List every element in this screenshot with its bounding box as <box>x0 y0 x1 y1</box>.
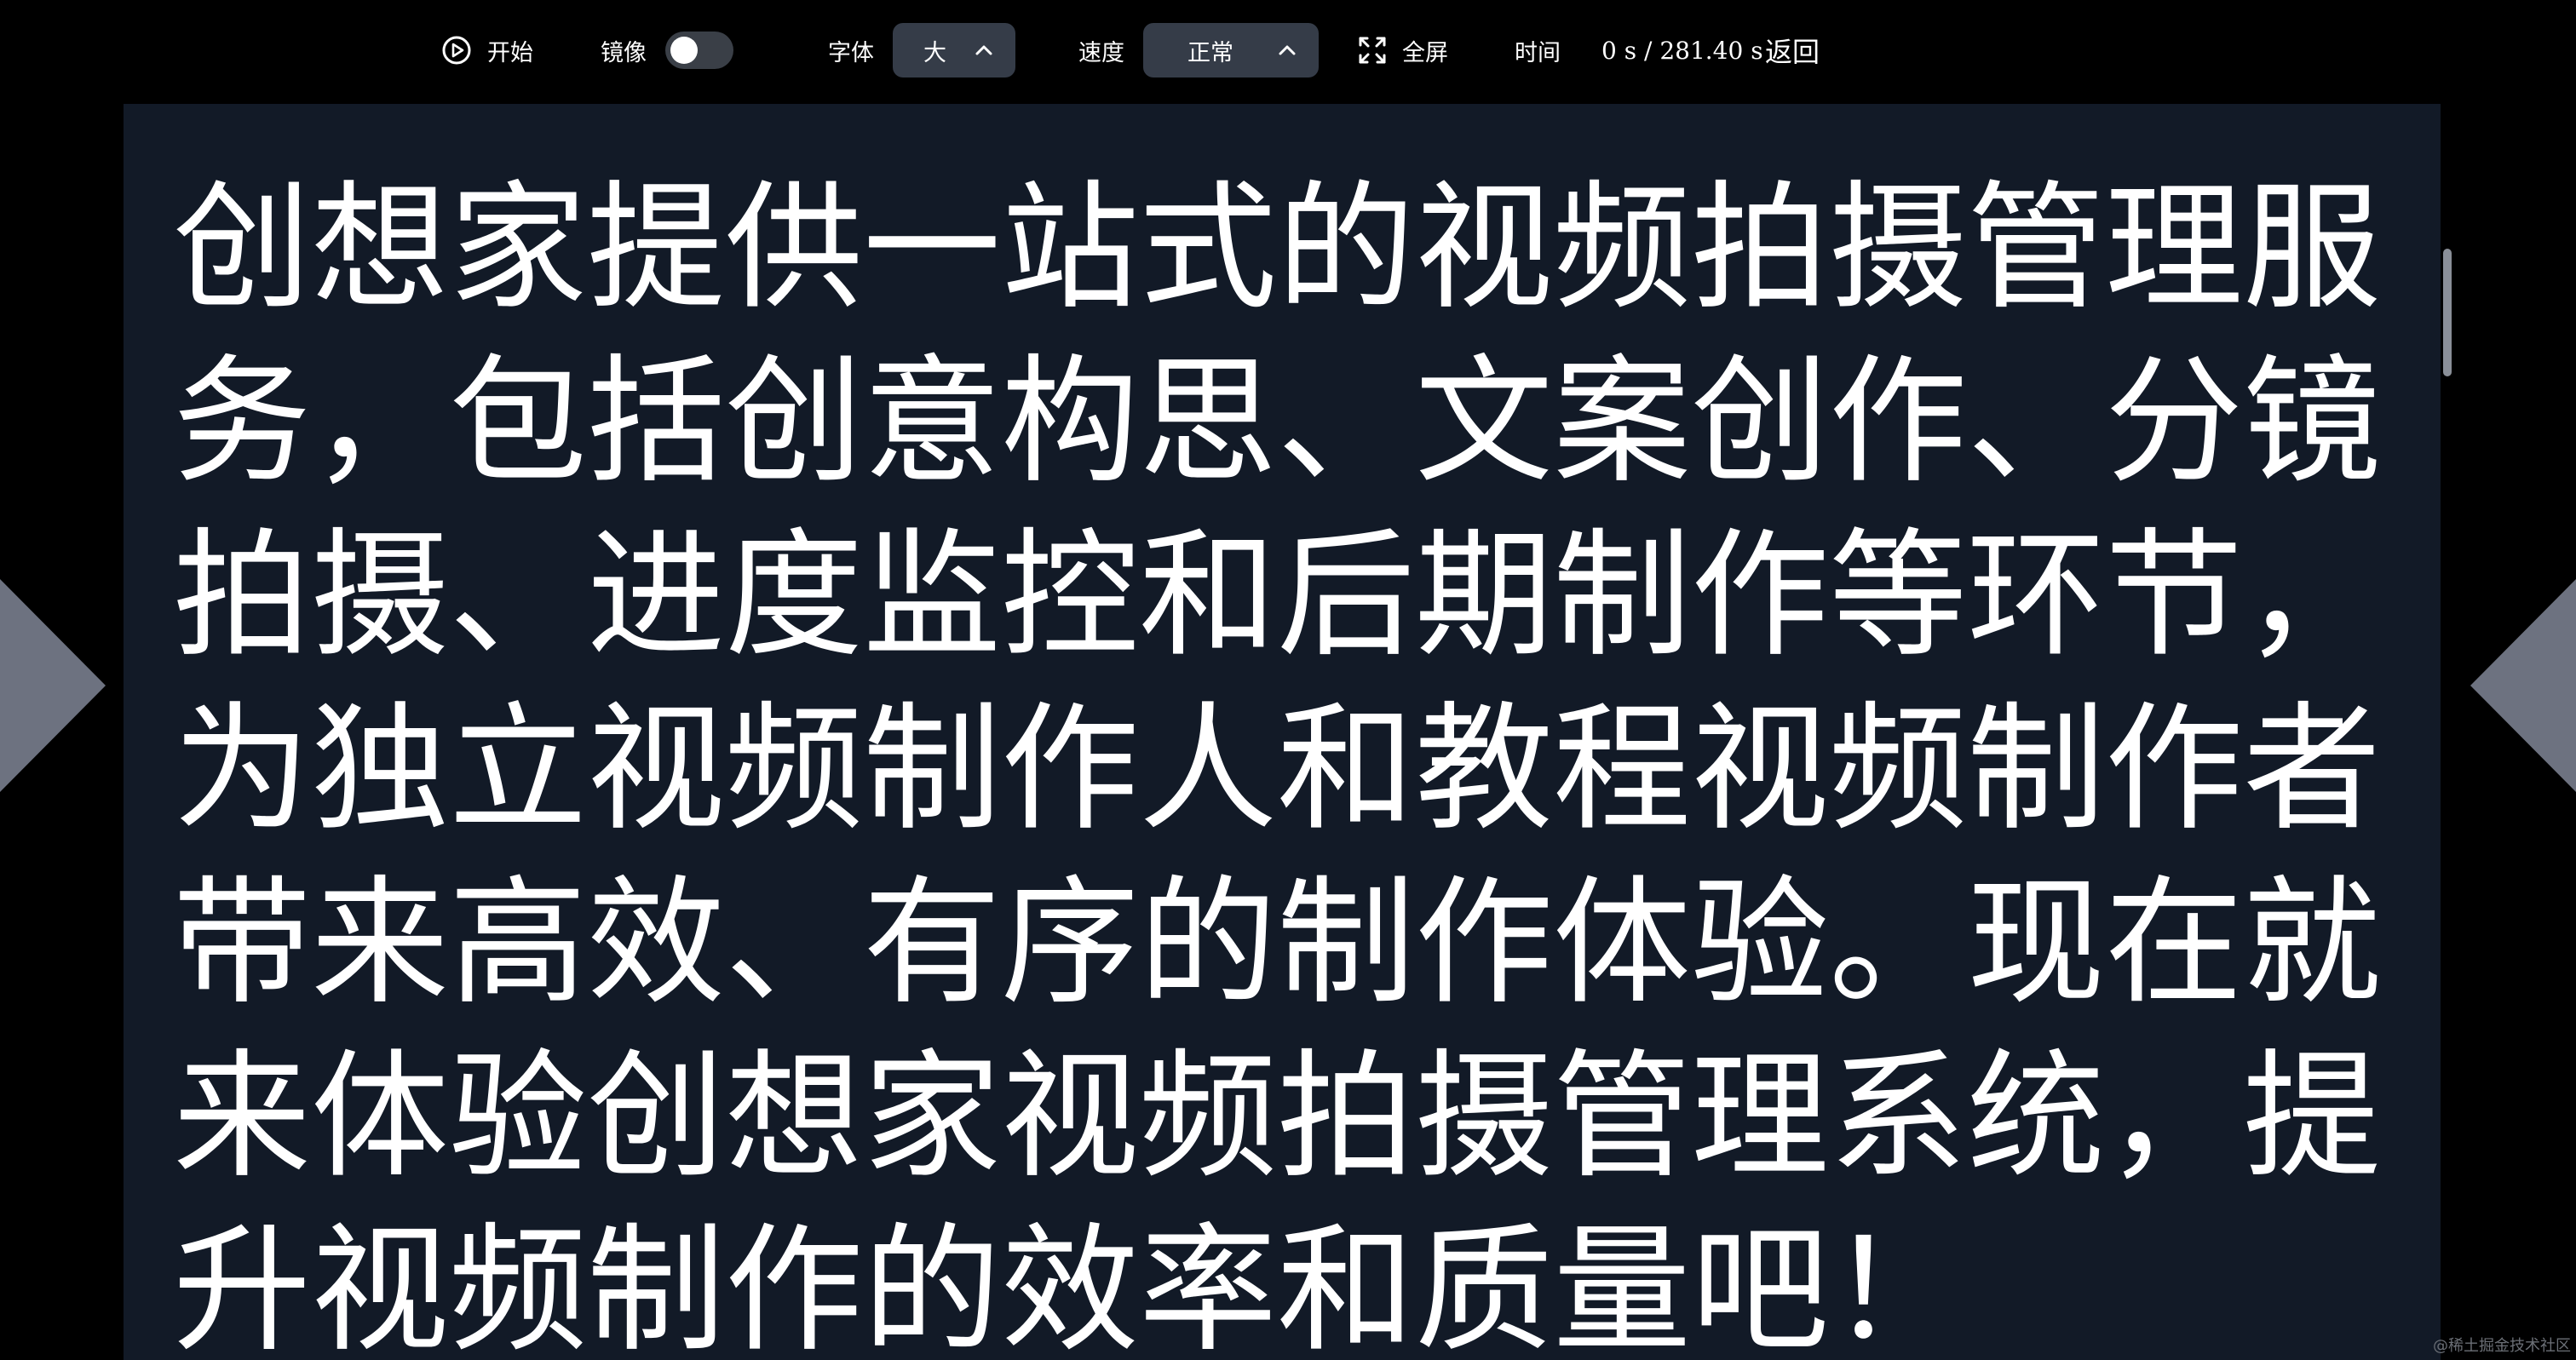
speed-select[interactable]: 正常 <box>1143 23 1319 77</box>
scrollbar-thumb[interactable] <box>2443 249 2452 376</box>
toolbar: 开始 镜像 字体 大 速度 正常 全屏 时间 0 s / 281.40 s 返回 <box>0 0 2576 100</box>
fullscreen-label: 全屏 <box>1402 39 1448 66</box>
chevron-up-icon <box>1279 45 1296 55</box>
back-button[interactable]: 返回 <box>1765 0 1820 100</box>
script-panel[interactable]: 创想家提供一站式的视频拍摄管理服务，包括创意构思、文案创作、分镜拍摄、进度监控和… <box>124 104 2441 1360</box>
mirror-label: 镜像 <box>601 39 647 66</box>
speed-value: 正常 <box>1187 39 1233 66</box>
start-button[interactable]: 开始 <box>441 0 533 100</box>
time-value: 0 s / 281.40 s <box>1601 36 1763 65</box>
font-size-value: 大 <box>923 39 946 66</box>
fullscreen-button[interactable]: 全屏 <box>1358 0 1448 100</box>
right-arrow-icon[interactable] <box>2470 579 2576 792</box>
speed-label: 速度 <box>1078 39 1124 66</box>
time-label: 时间 <box>1515 39 1561 66</box>
play-circle-icon <box>442 36 471 65</box>
mirror-control: 镜像 <box>601 0 733 100</box>
teleprompter-page: 开始 镜像 字体 大 速度 正常 全屏 时间 0 s / 281.40 s 返回… <box>0 0 2576 1360</box>
left-arrow-icon[interactable] <box>0 579 106 792</box>
expand-icon <box>1359 37 1386 64</box>
font-control: 字体 大 <box>828 0 1015 100</box>
start-label: 开始 <box>487 39 533 66</box>
chevron-up-icon <box>975 45 992 55</box>
toggle-knob <box>670 37 698 64</box>
time-display: 时间 0 s / 281.40 s <box>1515 0 1763 100</box>
speed-control: 速度 正常 <box>1078 0 1319 100</box>
script-text: 创想家提供一站式的视频拍摄管理服务，包括创意构思、文案创作、分镜拍摄、进度监控和… <box>173 169 2381 1360</box>
font-label: 字体 <box>828 39 874 66</box>
font-size-select[interactable]: 大 <box>893 23 1015 77</box>
watermark: @稀土掘金技术社区 <box>2433 1337 2571 1355</box>
mirror-toggle[interactable] <box>665 32 733 69</box>
back-label: 返回 <box>1765 36 1820 68</box>
